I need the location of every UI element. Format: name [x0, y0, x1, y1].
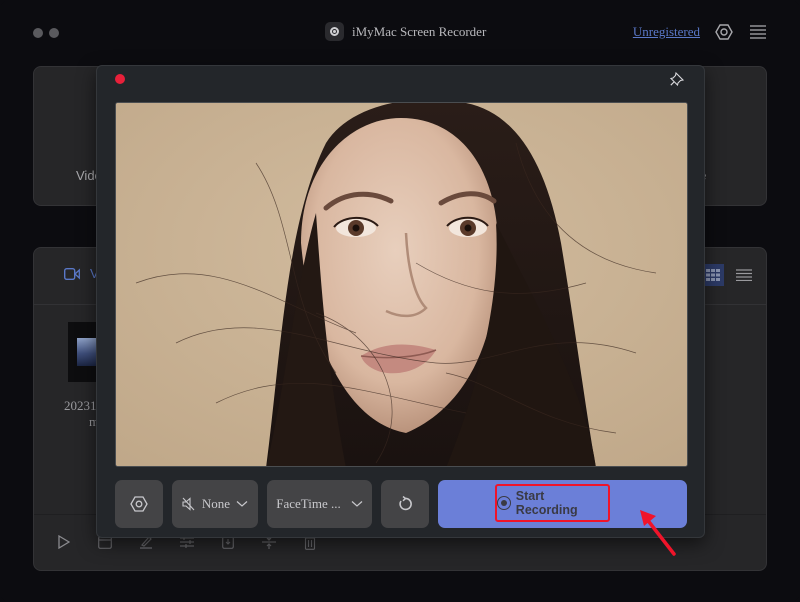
start-recording-button[interactable]: Start Recording: [438, 480, 687, 528]
tab-videos[interactable]: V: [64, 266, 99, 281]
audio-source-dropdown[interactable]: None: [172, 480, 258, 528]
header-controls: Unregistered: [633, 22, 768, 42]
chevron-down-icon: [351, 501, 363, 507]
list-view-button[interactable]: [734, 265, 754, 285]
menu-button[interactable]: [748, 22, 768, 42]
grid-view-icon: [706, 269, 720, 281]
pin-icon: [669, 71, 685, 87]
rotate-button[interactable]: [381, 480, 429, 528]
view-toggle: [702, 264, 754, 286]
pin-button[interactable]: [669, 71, 685, 87]
webcam-preview-window: None FaceTime ... Start Recording: [96, 65, 705, 538]
camera-feed-image: [116, 103, 687, 466]
start-recording-label: Start Recording: [515, 489, 578, 517]
recording-indicator: [115, 74, 125, 84]
window-title-text: iMyMac Screen Recorder: [352, 23, 487, 39]
settings-button[interactable]: [714, 22, 734, 42]
window-controls: [33, 28, 59, 38]
muted-speaker-icon: [182, 497, 195, 511]
hexagon-gear-icon: [130, 496, 148, 512]
camera-preview: [115, 102, 688, 467]
app-logo-icon: [325, 22, 344, 41]
highlight-box: Start Recording: [495, 484, 610, 522]
window-close-button[interactable]: [33, 28, 43, 38]
chevron-down-icon: [236, 501, 248, 507]
camera-source-dropdown[interactable]: FaceTime ...: [267, 480, 372, 528]
unregistered-link[interactable]: Unregistered: [633, 24, 700, 40]
app-window: iMyMac Screen Recorder Unregistered Vide…: [0, 0, 800, 602]
play-button[interactable]: [56, 534, 72, 550]
hexagon-gear-icon: [715, 24, 733, 40]
list-view-icon: [736, 269, 752, 281]
hamburger-menu-icon: [750, 25, 766, 39]
camera-source-label: FaceTime ...: [276, 496, 341, 511]
record-icon: [497, 496, 511, 510]
window-title: iMyMac Screen Recorder: [325, 22, 486, 41]
grid-view-button[interactable]: [702, 264, 724, 286]
rotate-icon: [399, 496, 412, 511]
audio-source-label: None: [201, 496, 231, 511]
video-camera-icon: [64, 267, 80, 280]
webcam-settings-button[interactable]: [115, 480, 163, 528]
play-icon: [58, 535, 70, 549]
window-minimize-button[interactable]: [49, 28, 59, 38]
